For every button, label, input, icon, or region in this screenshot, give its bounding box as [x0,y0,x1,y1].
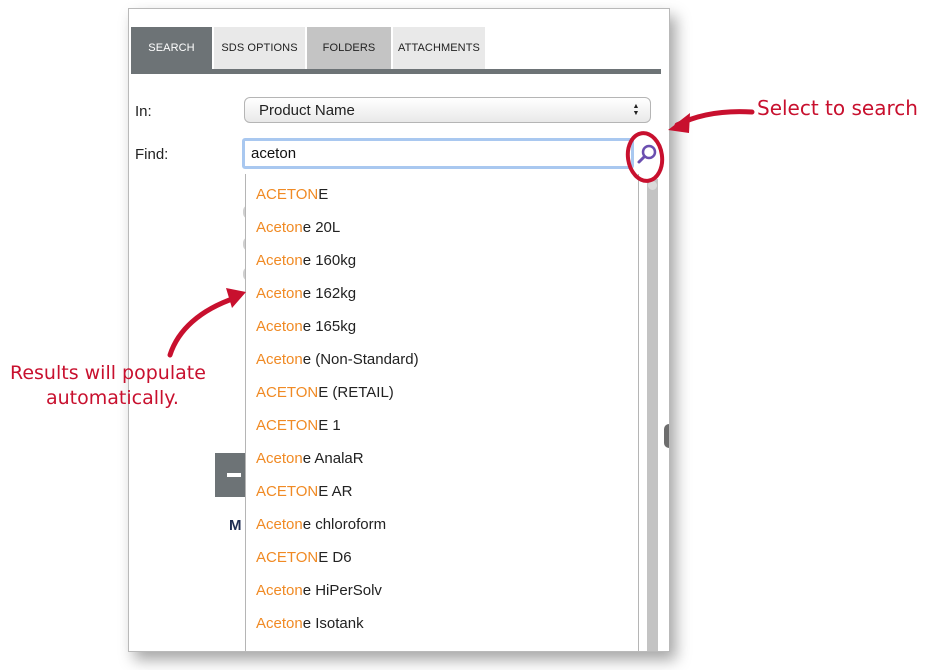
list-item[interactable]: Aceton e 160kg [256,245,356,275]
search-button[interactable] [634,143,660,165]
search-field-value: Product Name [259,101,355,119]
select-arrow [674,109,755,128]
list-item[interactable]: ACETON E 1 [256,410,341,440]
search-field-select[interactable]: Product Name ▲ ▼ [244,97,651,123]
list-item[interactable]: Aceton e 162kg [256,278,356,308]
list-item[interactable]: Aceton e AnalaR [256,443,364,473]
list-item[interactable]: Aceton e (Non-Standard) [256,344,419,374]
list-item[interactable]: ACETON E [256,179,328,209]
find-label: Find: [135,146,169,163]
results-scrollbar[interactable] [647,179,658,651]
tab-attachments[interactable]: ATTACHMENTS [393,27,485,69]
annotation-select-to-search: Select to search [757,96,918,120]
list-item[interactable]: ACETON E AR [256,476,352,506]
list-item[interactable]: Aceton e 20L [256,212,340,242]
find-input[interactable] [245,144,631,163]
background-text: M [229,517,242,534]
autocomplete-dropdown: ACETON E Aceton e 20L Aceton e 160kg Aceton… [245,174,639,651]
side-handle[interactable] [664,424,669,448]
list-item[interactable]: ACETON E (RETAIL) [256,377,394,407]
list-item[interactable]: Aceton e Isotank [256,608,364,638]
annotation-results-line2: automatically. [46,387,179,409]
list-item[interactable]: Aceton e HiPerSolv [256,575,382,605]
tab-underline [131,69,661,74]
tab-sds-options[interactable]: SDS OPTIONS [214,27,305,69]
list-item[interactable]: ACETON E D6 [256,542,352,572]
select-arrowhead [668,113,690,133]
in-label: In: [135,103,152,120]
tab-folders[interactable]: FOLDERS [307,27,391,69]
updown-arrows-icon: ▲ ▼ [632,103,640,117]
list-item[interactable]: Aceton e 165kg [256,311,356,341]
list-item[interactable]: Aceton e chloroform [256,509,386,539]
magnifier-icon [637,144,657,164]
background-button[interactable] [215,453,245,497]
tab-search[interactable]: SEARCH [131,27,212,69]
annotation-results-line1: Results will populate [10,362,206,384]
sds-search-panel: SEARCH SDS OPTIONS FOLDERS ATTACHMENTS I… [128,8,670,652]
find-input-wrapper [242,138,634,169]
